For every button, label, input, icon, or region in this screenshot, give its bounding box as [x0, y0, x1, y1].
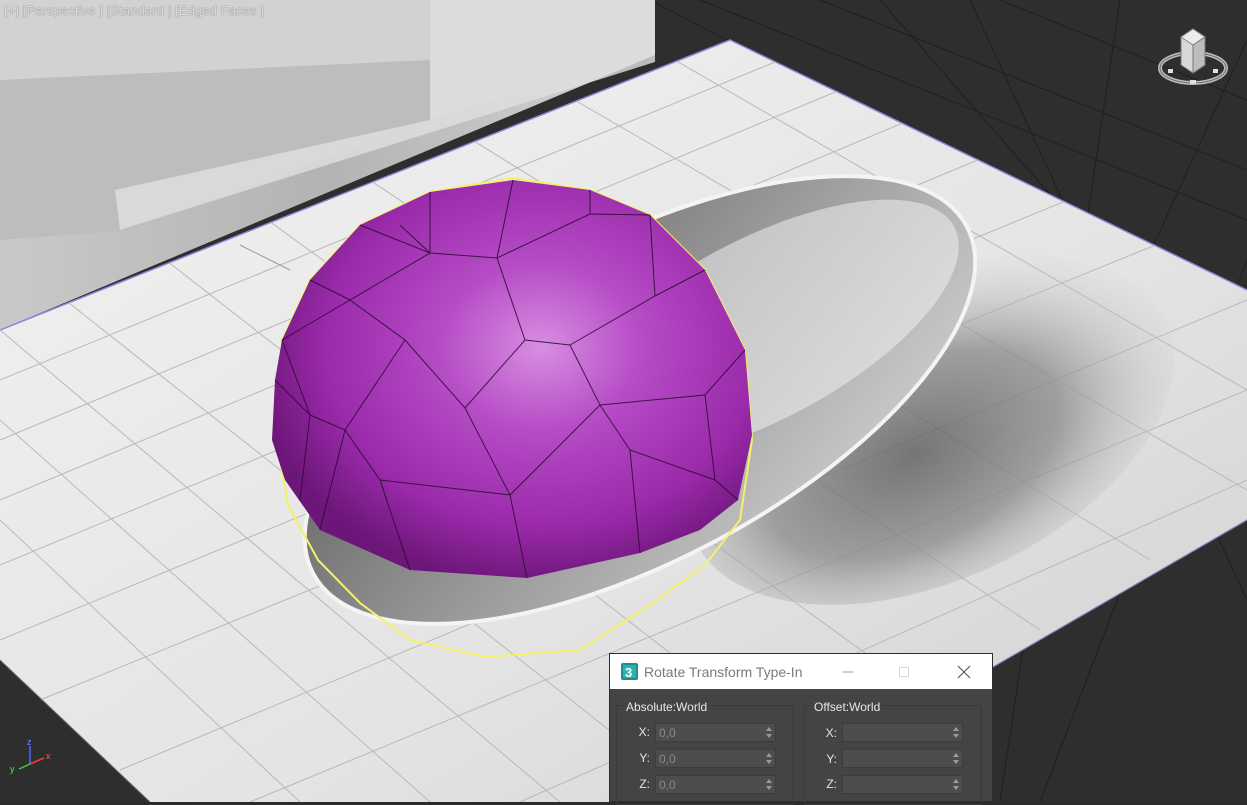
off-y-label: Y: — [826, 752, 837, 766]
off-z-spinner-arrows-icon[interactable] — [950, 776, 962, 793]
absolute-world-title: Absolute:World — [625, 700, 709, 714]
3ds-max-app-icon: 3 — [621, 663, 638, 680]
viewport-shading-label[interactable]: [Edged Faces ] — [175, 3, 264, 18]
viewport-label[interactable]: [+] [Perspective ] [Standard ] [Edged Fa… — [4, 3, 264, 18]
off-z-spinner[interactable] — [842, 775, 963, 794]
maximize-button[interactable] — [876, 654, 932, 689]
off-z-input[interactable] — [843, 776, 947, 793]
off-x-spinner-arrows-icon[interactable] — [950, 724, 962, 741]
maximize-icon — [899, 666, 909, 677]
abs-y-label: Y: — [639, 751, 650, 765]
abs-x-input[interactable] — [656, 724, 760, 741]
off-z-label: Z: — [826, 777, 837, 791]
abs-y-input[interactable] — [656, 750, 760, 767]
abs-z-spinner-arrows-icon[interactable] — [763, 776, 775, 793]
abs-y-spinner[interactable] — [655, 749, 776, 768]
off-x-spinner[interactable] — [842, 723, 963, 742]
axis-tripod-icon: z x y — [10, 737, 51, 774]
abs-z-spinner[interactable] — [655, 775, 776, 794]
viewport-standard-label[interactable]: [Standard ] — [107, 3, 172, 18]
off-x-label: X: — [825, 726, 837, 740]
abs-z-input[interactable] — [656, 776, 760, 793]
abs-x-spinner-arrows-icon[interactable] — [763, 724, 775, 741]
viewport-menu-plus[interactable]: [+] — [4, 3, 19, 18]
minimize-icon — [843, 671, 853, 672]
minimize-button[interactable] — [820, 654, 876, 689]
off-y-input[interactable] — [843, 750, 947, 767]
off-x-input[interactable] — [843, 724, 947, 741]
abs-x-spinner[interactable] — [655, 723, 776, 742]
offset-world-title: Offset:World — [813, 700, 882, 714]
dialog-titlebar[interactable]: 3 Rotate Transform Type-In — [610, 654, 992, 689]
abs-x-label: X: — [638, 725, 650, 739]
close-button[interactable] — [936, 654, 992, 689]
dialog-title: Rotate Transform Type-In — [644, 664, 803, 680]
svg-text:3: 3 — [625, 665, 632, 680]
close-icon — [957, 665, 971, 678]
off-y-spinner-arrows-icon[interactable] — [950, 750, 962, 767]
axis-y-label: y — [10, 764, 15, 774]
axis-x-label: x — [46, 751, 51, 761]
viewport-pov-label[interactable]: [Perspective ] — [23, 3, 103, 18]
off-y-spinner[interactable] — [842, 749, 963, 768]
rotate-transform-dialog[interactable]: 3 Rotate Transform Type-In Absolute:Worl… — [609, 653, 993, 805]
axis-z-label: z — [27, 737, 32, 747]
abs-z-label: Z: — [639, 777, 650, 791]
abs-y-spinner-arrows-icon[interactable] — [763, 750, 775, 767]
viewcube-icon[interactable] — [1155, 25, 1231, 91]
